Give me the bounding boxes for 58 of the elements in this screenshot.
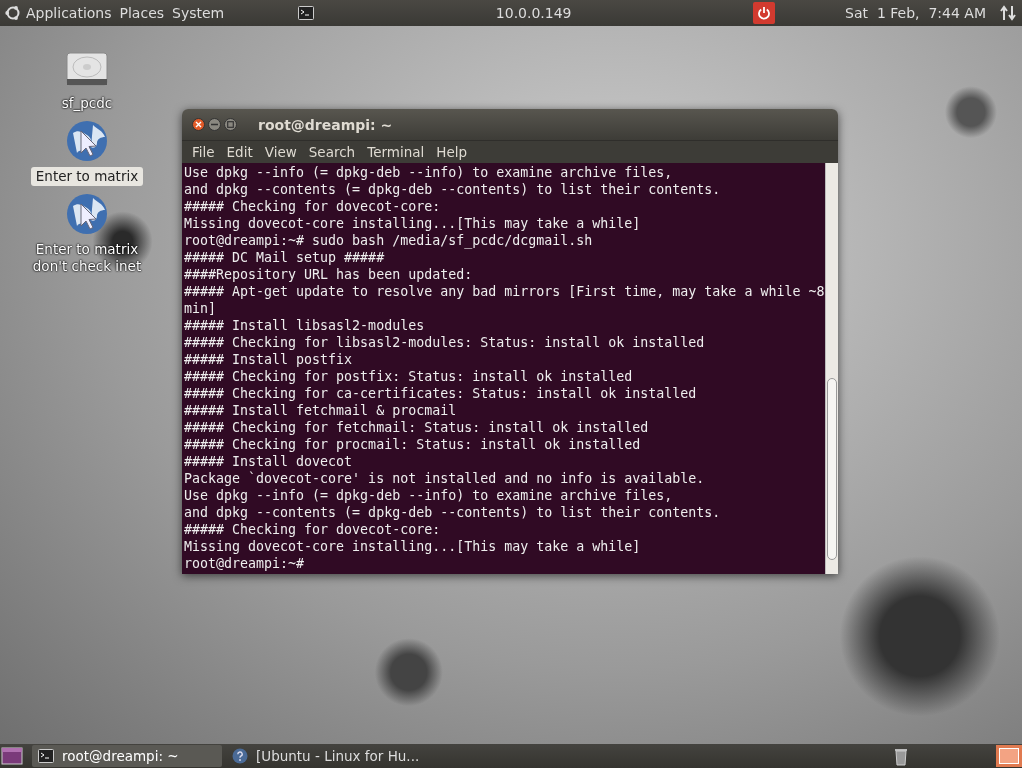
menu-item[interactable]: Help: [430, 144, 474, 160]
menu-item[interactable]: Terminal: [361, 144, 431, 160]
maximize-button[interactable]: [224, 118, 237, 131]
clock[interactable]: Sat 1 Feb, 7:44 AM: [845, 5, 986, 21]
terminal-line: ##### Checking for dovecot-core:: [184, 198, 442, 215]
terminal-line: ##### Install dovecot: [184, 453, 354, 470]
terminal-line: ##### Checking for libsasl2-modules: Status: install ok installed: [184, 334, 706, 351]
globe-cursor-icon[interactable]: [65, 192, 109, 236]
close-icon: [195, 121, 202, 128]
scrollbar[interactable]: [825, 163, 838, 574]
globe-cursor-icon[interactable]: [65, 119, 109, 163]
host-address: 10.0.0.149: [495, 5, 572, 21]
terminal-line: ##### Install fetchmail & procmail: [184, 402, 458, 419]
panel-menu[interactable]: Applications: [22, 5, 116, 21]
ubuntu-logo-icon[interactable]: [4, 4, 22, 22]
terminal-line: Package `dovecot-core' is not installed and no info is available.: [184, 470, 706, 487]
minimize-icon: [211, 121, 218, 128]
menu-item[interactable]: View: [258, 144, 303, 160]
power-icon: [757, 6, 772, 20]
taskbar-item[interactable]: [Ubuntu - Linux for Hu...: [226, 745, 416, 767]
terminal-line: ##### Install libsasl2-modules: [184, 317, 426, 334]
maximize-icon: [227, 121, 234, 128]
close-button[interactable]: [192, 118, 205, 131]
terminal-icon[interactable]: [38, 749, 54, 763]
terminal-line: ##### Apt-get update to resolve any bad mirrors [First time, may take a while ~8: [184, 283, 825, 300]
desktop-icon-label[interactable]: Enter to matrix: [30, 167, 144, 186]
minimize-button[interactable]: [208, 118, 221, 131]
menu-item[interactable]: Search: [302, 144, 362, 160]
terminal-line: Use dpkg --info (= dpkg-deb --info) to examine archive files,: [184, 487, 674, 504]
help-icon[interactable]: [232, 748, 248, 764]
terminal-line: min]: [184, 300, 218, 317]
window-title: root@dreampi: ~: [258, 116, 393, 133]
show-desktop-icon[interactable]: [0, 745, 24, 767]
terminal-line: Missing dovecot-core installing...[This may take a while]: [184, 538, 642, 555]
power-button[interactable]: [753, 2, 776, 24]
terminal-line: ##### Checking for procmail: Status: install ok installed: [184, 436, 642, 453]
terminal-line: ##### Install postfix: [184, 351, 354, 368]
trash-icon[interactable]: [893, 746, 909, 766]
panel-menu[interactable]: Places: [115, 5, 169, 21]
terminal-line: and dpkg --contents (= dpkg-deb --contents) to list their contents.: [184, 504, 722, 521]
menu-item[interactable]: Edit: [220, 144, 259, 160]
terminal-line: and dpkg --contents (= dpkg-deb --contents) to list their contents.: [184, 181, 722, 198]
taskbar-item[interactable]: root@dreampi: ~: [32, 745, 222, 767]
scrollbar-thumb[interactable]: [827, 378, 837, 560]
terminal-line: ##### Checking for dovecot-core:: [184, 521, 442, 538]
menu-item[interactable]: File: [186, 144, 221, 160]
terminal-line: ##### Checking for fetchmail: Status: install ok installed: [184, 419, 650, 436]
terminal-line: ##### Checking for ca-certificates: Status: install ok installed: [184, 385, 698, 402]
terminal-line: root@dreampi:~#: [184, 555, 306, 572]
panel-menu[interactable]: System: [168, 5, 229, 21]
terminal-line: root@dreampi:~# sudo bash /media/sf_pcdc/dcgmail.sh: [184, 232, 594, 249]
network-arrows-icon[interactable]: [1000, 5, 1016, 21]
terminal-line: ####Repository URL has been updated:: [184, 266, 474, 283]
terminal-line: ##### DC Mail setup #####: [184, 249, 386, 266]
terminal-line: Use dpkg --info (= dpkg-deb --info) to examine archive files,: [184, 164, 674, 181]
terminal-line: Missing dovecot-core installing...[This may take a while]: [184, 215, 642, 232]
terminal-line: ##### Checking for postfix: Status: install ok installed: [184, 368, 634, 385]
terminal-launcher-icon[interactable]: [298, 6, 315, 20]
